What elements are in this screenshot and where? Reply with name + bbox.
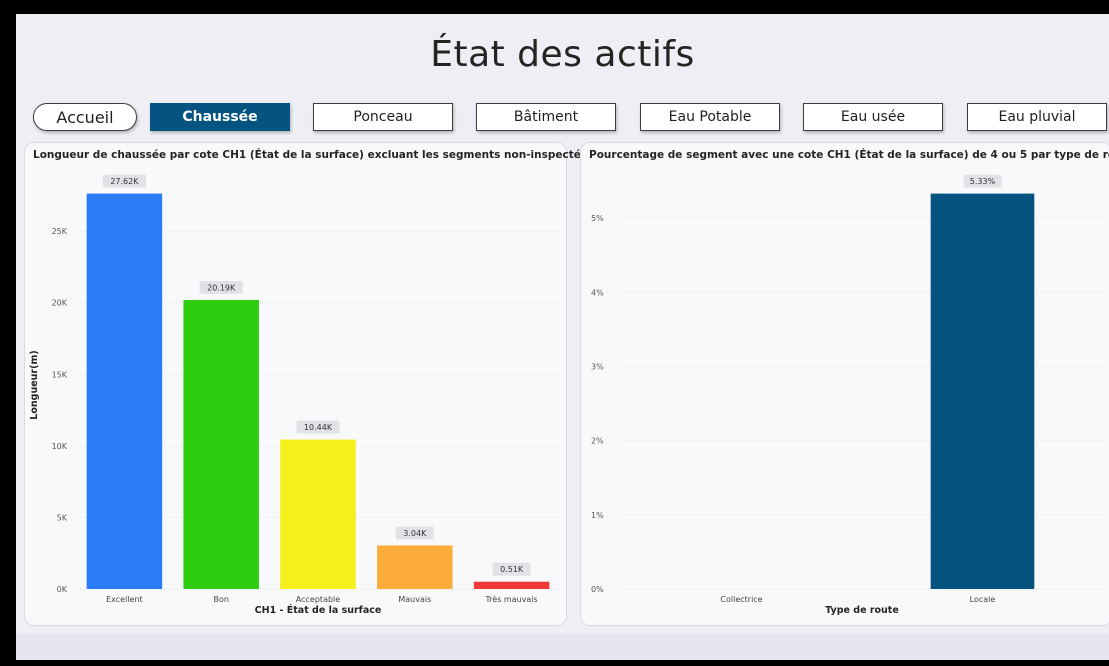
x-tick-label: Locale: [970, 595, 996, 604]
nav-button-eau-pluvial[interactable]: Eau pluvial: [967, 103, 1107, 131]
y-tick-label: 2%: [591, 437, 604, 446]
x-axis-label: CH1 - État de la surface: [255, 604, 382, 616]
bottom-strip: [16, 634, 1109, 660]
data-label: 0.51K: [500, 565, 524, 574]
y-tick-label: 5%: [591, 214, 604, 223]
bar: [473, 581, 550, 589]
y-tick-label: 0K: [57, 585, 68, 594]
y-tick-label: 0%: [591, 585, 604, 594]
y-tick-label: 25K: [52, 227, 68, 236]
bar: [280, 439, 356, 589]
x-tick-label: Mauvais: [398, 595, 431, 604]
nav-button-ponceau[interactable]: Ponceau: [313, 103, 453, 131]
bar: [183, 299, 259, 589]
y-tick-label: 4%: [591, 288, 604, 297]
bar-chart-longueur: 0K 5K 10K 15K 20K 25K 27.62K Excellent 20.19K Bon…: [29, 174, 560, 616]
bar: [86, 193, 163, 589]
y-tick-label: 10K: [52, 442, 68, 451]
nav-button-chaussee[interactable]: Chaussée: [150, 103, 290, 131]
page-title: État des actifs: [430, 34, 695, 75]
bar: [377, 545, 453, 589]
report-canvas: État des actifs Accueil Chaussée Ponceau…: [16, 14, 1109, 660]
y-tick-label: 1%: [591, 511, 604, 520]
data-label: 10.44K: [304, 423, 333, 432]
bar-chart-pourcentage: 0% 1% 2% 3% 4% 5% Collectrice 5.33% Locale Type d…: [591, 174, 1103, 616]
y-tick-label: 3%: [591, 362, 604, 371]
x-axis-label: Type de route: [825, 605, 899, 616]
nav-button-accueil[interactable]: Accueil: [33, 103, 137, 131]
data-label: 3.04K: [403, 529, 427, 538]
data-label: 20.19K: [207, 283, 236, 292]
x-tick-label: Collectrice: [720, 595, 762, 604]
nav-button-eau-usee[interactable]: Eau usée: [803, 103, 943, 131]
y-tick-label: 15K: [52, 370, 68, 379]
y-axis-label: Longueur(m): [29, 350, 40, 419]
x-tick-label: Très mauvais: [484, 594, 537, 604]
nav-button-batiment[interactable]: Bâtiment: [476, 103, 616, 131]
data-label: 5.33%: [970, 177, 996, 186]
window-frame: État des actifs Accueil Chaussée Ponceau…: [0, 0, 1109, 666]
x-tick-label: Bon: [213, 595, 228, 604]
y-tick-label: 5K: [57, 513, 68, 522]
bar: [930, 193, 1035, 589]
chart-panel-pourcentage[interactable]: Pourcentage de segment avec une cote CH1…: [580, 142, 1109, 626]
data-label: 27.62K: [110, 177, 139, 186]
x-tick-label: Acceptable: [296, 595, 340, 604]
x-tick-label: Excellent: [106, 595, 143, 604]
navigation-bar: Accueil Chaussée Ponceau Bâtiment Eau Po…: [16, 103, 1109, 135]
y-tick-label: 20K: [52, 299, 68, 308]
nav-button-eau-potable[interactable]: Eau Potable: [640, 103, 780, 131]
chart-panel-longueur[interactable]: Longueur de chaussée par cote CH1 (État …: [24, 142, 587, 626]
